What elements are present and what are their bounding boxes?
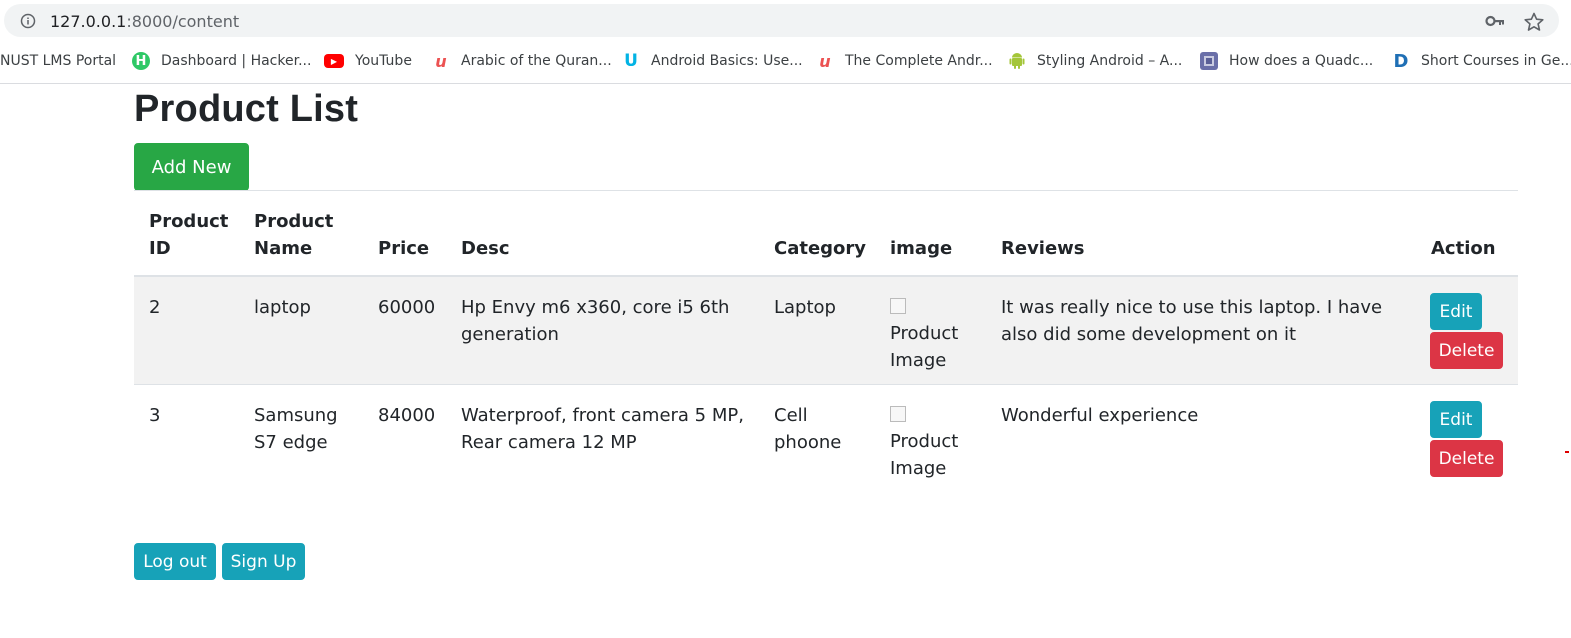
bookmark-label: Short Courses in Ge...	[1421, 53, 1571, 69]
bookmark-hackerrank[interactable]: H Dashboard | Hacker...	[132, 51, 311, 71]
android-icon	[1008, 52, 1026, 70]
site-thumbnail-icon	[1200, 52, 1218, 70]
cell-category: Cell phoone	[774, 402, 841, 456]
delete-button[interactable]: Delete	[1430, 440, 1503, 477]
udemy-icon: u	[435, 51, 447, 71]
bookmark-label: The Complete Andr...	[845, 53, 993, 69]
bookmark-label: Android Basics: Use...	[651, 53, 803, 69]
delete-button[interactable]: Delete	[1430, 332, 1503, 369]
image-alt-text: Product	[890, 323, 959, 344]
edit-button[interactable]: Edit	[1430, 401, 1482, 438]
cell-text: also did some development on it	[1001, 324, 1297, 345]
cell-reviews: Wonderful experience	[1001, 402, 1198, 429]
bookmark-youtube[interactable]: ▶ YouTube	[324, 51, 412, 71]
udemy-icon: u	[819, 51, 831, 71]
cell-text: phoone	[774, 432, 842, 453]
header-action: Action	[1431, 238, 1496, 259]
udacity-icon: U	[624, 51, 638, 71]
bookmark-label: How does a Quadc...	[1229, 53, 1374, 69]
bookmark-nust-lms[interactable]: NUST LMS Portal	[0, 51, 116, 71]
cell-text: laptop	[254, 297, 311, 318]
header-text: Product	[254, 211, 334, 232]
header-product-id: Product ID	[149, 208, 228, 262]
bookmark-complete-android[interactable]: u The Complete Andr...	[816, 51, 993, 71]
cell-text: Hp Envy m6 x360, core i5 6th	[461, 297, 730, 318]
table-row: 3 Samsung S7 edge 84000 Waterproof, fron…	[134, 385, 1518, 492]
image-alt-text: Product	[890, 431, 959, 452]
cursor-mark	[1565, 451, 1569, 453]
cell-product-name: laptop	[254, 294, 311, 321]
star-icon[interactable]	[1524, 12, 1544, 32]
header-text: Product	[149, 211, 229, 232]
cell-text: It was really nice to use this laptop. I…	[1001, 297, 1383, 318]
browser-address-bar: 127.0.0.1:8000/content	[0, 0, 1571, 40]
cell-price: 84000	[378, 405, 436, 426]
bookmark-arabic-quran[interactable]: u Arabic of the Quran...	[432, 51, 612, 71]
cell-category: Laptop	[774, 294, 836, 321]
cell-product-id: 3	[149, 405, 161, 426]
bookmark-label: Arabic of the Quran...	[461, 53, 612, 69]
header-category: Category	[774, 238, 867, 259]
bookmarks-bar: NUST LMS Portal H Dashboard | Hacker... …	[0, 40, 1571, 84]
header-text: ID	[149, 238, 171, 259]
bookmark-android-basics[interactable]: U Android Basics: Use...	[622, 51, 803, 71]
header-reviews: Reviews	[1001, 238, 1085, 259]
bookmark-styling-android[interactable]: Styling Android – A...	[1008, 51, 1182, 71]
url-text[interactable]: 127.0.0.1:8000/content	[50, 12, 239, 31]
key-icon[interactable]	[1485, 13, 1505, 29]
cell-product-id: 2	[149, 297, 161, 318]
image-alt-text: Image	[890, 458, 947, 479]
cell-text: S7 edge	[254, 432, 328, 453]
cell-text: Laptop	[774, 297, 836, 318]
bookmark-label: YouTube	[355, 53, 412, 69]
cell-text: Samsung	[254, 405, 338, 426]
table-row: 2 laptop 60000 Hp Envy m6 x360, core i5 …	[134, 277, 1518, 384]
cell-text: Wonderful experience	[1001, 405, 1199, 426]
d-logo-icon: D	[1393, 50, 1409, 72]
bookmark-label: NUST LMS Portal	[0, 53, 117, 69]
hackerrank-icon: H	[132, 52, 150, 70]
cell-desc: Hp Envy m6 x360, core i5 6th generation	[461, 294, 729, 348]
cell-text: Rear camera 12 MP	[461, 432, 637, 453]
cell-product-name: Samsung S7 edge	[254, 402, 338, 456]
cell-text: Waterproof, front camera 5 MP,	[461, 405, 744, 426]
header-product-name: Product Name	[254, 208, 333, 262]
cell-price: 60000	[378, 297, 436, 318]
cell-desc: Waterproof, front camera 5 MP, Rear came…	[461, 402, 744, 456]
page-title: Product List	[134, 88, 359, 130]
info-icon[interactable]	[20, 13, 36, 29]
url-path: :8000/content	[126, 12, 240, 31]
youtube-icon: ▶	[324, 54, 344, 68]
logout-button[interactable]: Log out	[134, 543, 216, 580]
bookmark-label: Styling Android – A...	[1037, 53, 1183, 69]
broken-image-icon	[890, 406, 906, 422]
product-image: Product Image	[890, 401, 958, 482]
header-image: image	[890, 238, 953, 259]
url-host: 127.0.0.1	[50, 12, 127, 31]
header-text: Name	[254, 238, 313, 259]
image-alt-text: Image	[890, 350, 947, 371]
cell-reviews: It was really nice to use this laptop. I…	[1001, 294, 1382, 348]
broken-image-icon	[890, 298, 906, 314]
bookmark-quadcopter[interactable]: How does a Quadc...	[1200, 51, 1373, 71]
header-desc: Desc	[461, 238, 510, 259]
bookmark-short-courses[interactable]: D Short Courses in Ge...	[1392, 50, 1571, 72]
header-price: Price	[378, 238, 430, 259]
add-new-button[interactable]: Add New	[134, 143, 249, 191]
url-field[interactable]: 127.0.0.1:8000/content	[4, 4, 1559, 37]
product-image: Product Image	[890, 293, 958, 374]
table-top-border	[134, 190, 1518, 191]
cell-text: generation	[461, 324, 559, 345]
edit-button[interactable]: Edit	[1430, 293, 1482, 330]
signup-button[interactable]: Sign Up	[222, 543, 305, 580]
cell-text: Cell	[774, 405, 808, 426]
bookmark-label: Dashboard | Hacker...	[161, 53, 312, 69]
